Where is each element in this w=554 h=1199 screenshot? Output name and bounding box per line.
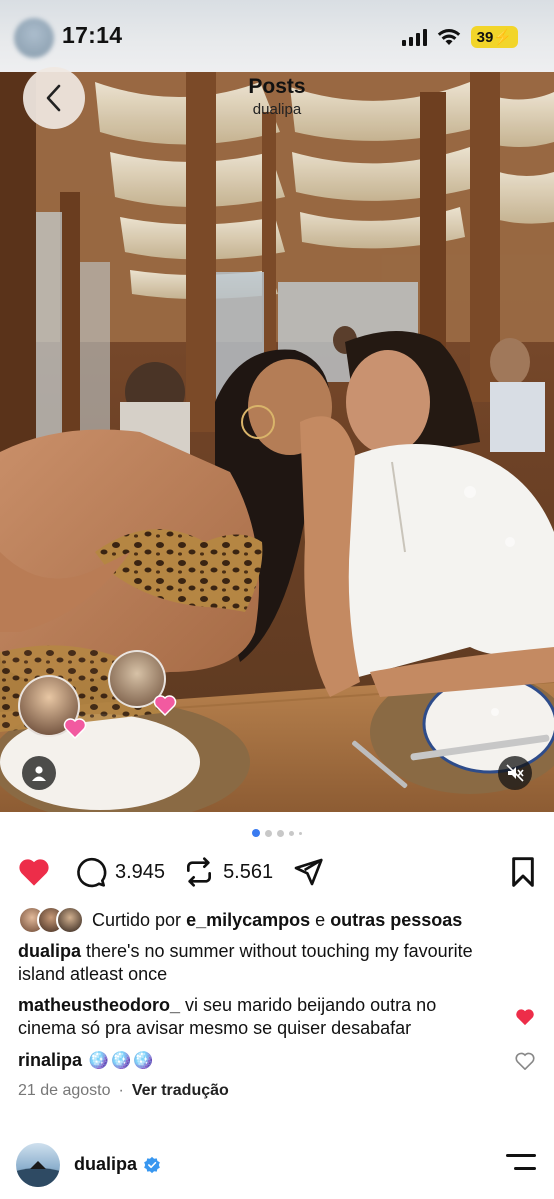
status-bar: 17:14 39⚡ (0, 0, 554, 72)
reposts-count: 5.561 (223, 860, 274, 883)
like-button[interactable] (17, 857, 51, 887)
carousel-indicator (0, 829, 554, 837)
menu-icon (506, 1154, 536, 1157)
next-post-username-row[interactable]: dualipa (74, 1154, 161, 1175)
comment-button[interactable]: 3.945 (75, 856, 165, 888)
caption-text: there's no summer without touching my fa… (18, 941, 473, 984)
comment-like-button[interactable] (515, 1052, 535, 1075)
translate-link[interactable]: Ver tradução (132, 1082, 229, 1100)
battery-level: 39 (476, 29, 494, 46)
repost-icon (187, 857, 212, 887)
signal-icon (401, 28, 427, 46)
repost-button[interactable]: 5.561 (183, 856, 273, 888)
post-menu-button[interactable] (506, 1154, 536, 1174)
bookmark-icon (512, 857, 534, 887)
share-button[interactable] (291, 856, 325, 888)
comment-item: rinalipa 🪩🪩🪩 (18, 1049, 498, 1072)
comments-count: 3.945 (115, 860, 166, 883)
avatar[interactable] (16, 1143, 60, 1187)
post-caption: dualipa there's no summer without touchi… (18, 940, 488, 986)
battery-indicator: 39⚡ (470, 26, 518, 48)
comment-username[interactable]: rinalipa (18, 1050, 82, 1070)
comment-icon (77, 857, 107, 888)
status-time: 17:14 (62, 22, 123, 48)
carousel-dot-active (252, 829, 260, 837)
caption-username[interactable]: dualipa (18, 941, 81, 961)
back-button[interactable] (23, 67, 85, 129)
separator-dot: · (118, 1082, 124, 1099)
liked-by-prefix: Curtido por (92, 909, 182, 930)
charging-icon: ⚡ (493, 29, 512, 46)
verified-icon (144, 1156, 160, 1173)
carousel-dot (265, 829, 272, 837)
carousel-dot (299, 831, 302, 835)
comment-text: 🪩🪩🪩 (87, 1050, 155, 1070)
carousel-dot (289, 830, 294, 836)
next-post-username[interactable]: dualipa (74, 1154, 137, 1175)
liked-by-user[interactable]: e_milycampos (186, 910, 310, 931)
post-date: 21 de agosto (18, 1082, 111, 1099)
save-button[interactable] (509, 856, 537, 888)
comment-like-button[interactable] (515, 1008, 535, 1031)
post-action-bar: 3.945 5.561 (17, 852, 537, 892)
post-photo[interactable] (0, 72, 554, 812)
tagged-people-button[interactable] (22, 756, 56, 790)
share-icon (294, 858, 323, 886)
liked-by-others[interactable]: outras pessoas (330, 910, 462, 931)
heart-outline-icon (515, 1052, 535, 1071)
blurred-avatar (14, 18, 54, 58)
post-meta: 21 de agosto · Ver tradução (18, 1082, 229, 1100)
back-chevron-icon (46, 84, 61, 112)
next-post-header: dualipa (0, 1140, 554, 1190)
heart-icon (19, 859, 49, 886)
heart-icon (516, 1009, 534, 1026)
mute-button[interactable] (498, 756, 532, 790)
wifi-icon (437, 29, 460, 45)
menu-icon (514, 1167, 536, 1170)
liked-by-avatars (18, 906, 84, 934)
status-icons: 39⚡ (401, 26, 518, 48)
person-tag-icon (32, 766, 46, 781)
liked-by-row[interactable]: Curtido por e_milycampos e outras pessoa… (18, 906, 462, 934)
carousel-dot (277, 829, 284, 837)
comment-username[interactable]: matheustheodoro_ (18, 995, 180, 1015)
avatar (56, 906, 84, 934)
comment-item: matheustheodoro_ vi seu marido beijando … (18, 994, 498, 1040)
mute-icon (506, 764, 524, 782)
story-heart-icon (152, 694, 178, 721)
liked-by-joiner: e (315, 909, 326, 930)
story-heart-icon (62, 717, 88, 744)
